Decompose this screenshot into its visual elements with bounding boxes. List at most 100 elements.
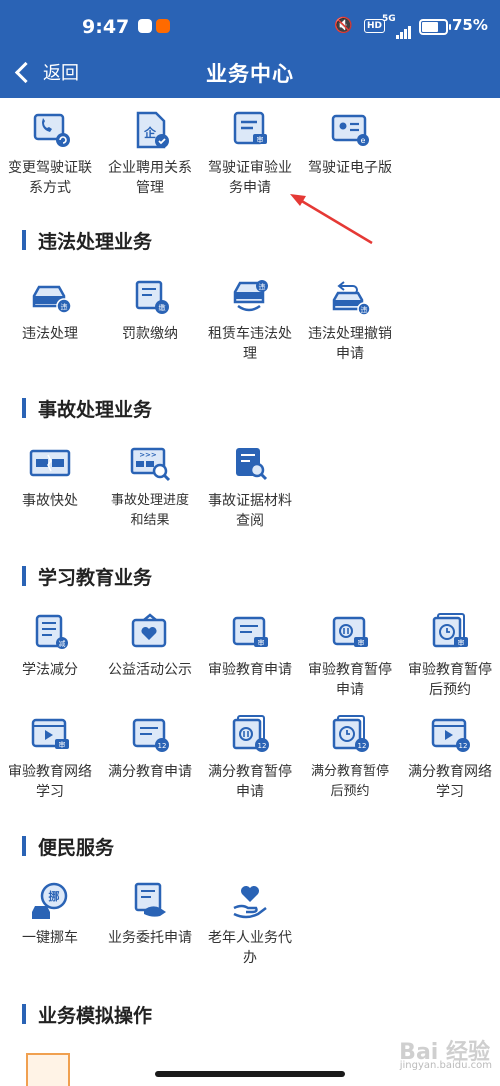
fine-payment-icon: 缴 [135,280,169,314]
tile-label: 事故处理进度和结果 [110,493,189,528]
svg-text:审: 审 [358,638,365,647]
tile-company-employment[interactable]: 企 企业聘用关系管理 [100,110,200,198]
tile-label: 满分教育网络学习 [408,764,492,800]
status-bar: 9:47 🔇 HD 5G 75% [0,14,500,42]
svg-text:12: 12 [358,742,367,750]
section-header-violation: 违法处理业务 [22,229,153,253]
rental-car-icon: 违 [233,280,268,312]
svg-text:审: 审 [458,638,465,647]
section-header-accident: 事故处理业务 [22,397,153,421]
tile-label: 审验教育暂停后预约 [408,662,492,698]
full-score-doc-icon: 12 [132,718,169,752]
tile-violation-handling[interactable]: 违 违法处理 [0,276,100,344]
section-header-convenience: 便民服务 [22,835,115,859]
tile-rental-car-violation[interactable]: 违 租赁车违法处理 [200,276,300,364]
tile-label: 业务委托申请 [108,930,192,946]
tile-label: 违法处理撤销申请 [308,326,392,362]
section-title: 业务模拟操作 [38,1004,153,1027]
header-bar: 9:47 🔇 HD 5G 75% 返回 业务中心 [0,0,500,98]
full-pause-icon: 12 [232,715,269,752]
watermark-site: jingyan.baidu.com [399,1060,492,1071]
tile-label: 事故快处 [22,493,78,509]
tile-label: 租赁车违法处理 [208,326,292,362]
tile-label: 学法减分 [22,662,78,678]
tile-change-license-contact[interactable]: 变更驾驶证联系方式 [0,110,100,198]
tile-label: 违法处理 [22,326,78,342]
tile-review-edu-online[interactable]: 审 审验教育网络学习 [0,714,100,802]
page-title: 业务中心 [206,62,294,86]
svg-text:12: 12 [158,742,167,750]
section-title: 便民服务 [38,836,115,859]
company-doc-icon: 企 [136,111,169,149]
tile-full-score-online[interactable]: 12 满分教育网络学习 [400,714,500,802]
tile-e-license[interactable]: e 驾驶证电子版 [300,110,400,178]
section-title: 学习教育业务 [38,566,153,589]
clock-doc-icon: 审 [432,613,468,648]
tile-full-score-apply[interactable]: 12 满分教育申请 [100,714,200,782]
svg-text:违: 违 [61,303,68,311]
tile-review-edu-pause-booking[interactable]: 审 审验教育暂停后预约 [400,612,500,700]
video-learn-icon: 审 [31,718,69,749]
tile-label: 审验教育网络学习 [8,764,92,800]
tile-review-edu-apply[interactable]: 审 审验教育申请 [200,612,300,680]
tile-label: 驾驶证电子版 [308,160,392,176]
study-book-icon: 减 [35,614,68,649]
tile-label: 审验教育申请 [208,662,292,678]
charity-heart-icon [131,613,167,648]
tile-label: 罚款缴纳 [122,326,178,342]
tile-fine-payment[interactable]: 缴 罚款缴纳 [100,276,200,344]
tile-accident-quick[interactable]: 事故快处 [0,443,100,511]
tile-elder-service[interactable]: 老年人业务代办 [200,880,300,968]
status-time: 9:47 [82,16,130,38]
car-undo-icon: 违 [332,281,371,316]
tile-label: 老年人业务代办 [208,930,292,966]
tile-study-reduce-score[interactable]: 减 学法减分 [0,612,100,680]
tile-label: 满分教育申请 [108,764,192,780]
simulation-tile-icon[interactable] [26,1053,70,1086]
home-indicator[interactable] [155,1071,345,1077]
tile-label: 一键挪车 [22,930,78,946]
tile-label: 事故证据材料查阅 [208,493,292,529]
svg-text:缴: 缴 [159,303,166,312]
section-title: 违法处理业务 [38,230,153,253]
accident-progress-icon: >>> [130,447,171,482]
e-license-icon: e [331,114,369,146]
delegate-doc-icon [134,882,166,917]
tile-delegate-apply[interactable]: 业务委托申请 [100,880,200,948]
tile-license-review[interactable]: 审 驾驶证审验业务申请 [200,110,300,198]
tile-review-edu-pause[interactable]: 审 审验教育暂停申请 [300,612,400,700]
tile-label: 满分教育暂停申请 [208,764,292,800]
svg-text:审: 审 [59,740,66,749]
pause-doc-icon: 审 [332,616,368,647]
tile-label: 满分教育暂停后预约 [310,764,389,799]
svg-text:e: e [361,136,366,145]
svg-text:12: 12 [459,742,468,750]
notification-icon [138,19,152,33]
tile-move-car[interactable]: 挪 一键挪车 [0,880,100,948]
elder-care-icon [233,886,267,919]
accident-quick-icon [29,449,71,477]
svg-text:企: 企 [143,125,157,140]
tile-evidence-search[interactable]: 事故证据材料查阅 [200,443,300,531]
battery-icon [419,19,451,35]
move-car-icon: 挪 [32,882,68,919]
battery-percent: 75% [452,16,488,34]
tile-full-score-pause[interactable]: 12 满分教育暂停申请 [200,714,300,802]
network-type: 5G [382,14,396,24]
evidence-search-icon [236,448,268,481]
svg-text:违: 违 [259,283,266,291]
tile-accident-progress[interactable]: >>> 事故处理进度和结果 [100,443,200,531]
full-clock-icon: 12 [332,715,369,752]
review-edu-icon: 审 [232,616,268,647]
mi-app-icon [156,19,170,33]
full-video-icon: 12 [431,718,470,752]
tile-label: 公益活动公示 [108,662,192,678]
tile-label: 审验教育暂停申请 [308,662,392,698]
section-header-simulation: 业务模拟操作 [22,1003,153,1027]
tile-violation-revoke[interactable]: 违 违法处理撤销申请 [300,276,400,364]
license-review-icon: 审 [233,111,267,145]
tile-full-score-pause-booking[interactable]: 12 满分教育暂停后预约 [300,714,400,802]
car-violation-icon: 违 [32,285,72,314]
section-title: 事故处理业务 [38,398,153,421]
tile-charity-activity[interactable]: 公益活动公示 [100,612,200,680]
